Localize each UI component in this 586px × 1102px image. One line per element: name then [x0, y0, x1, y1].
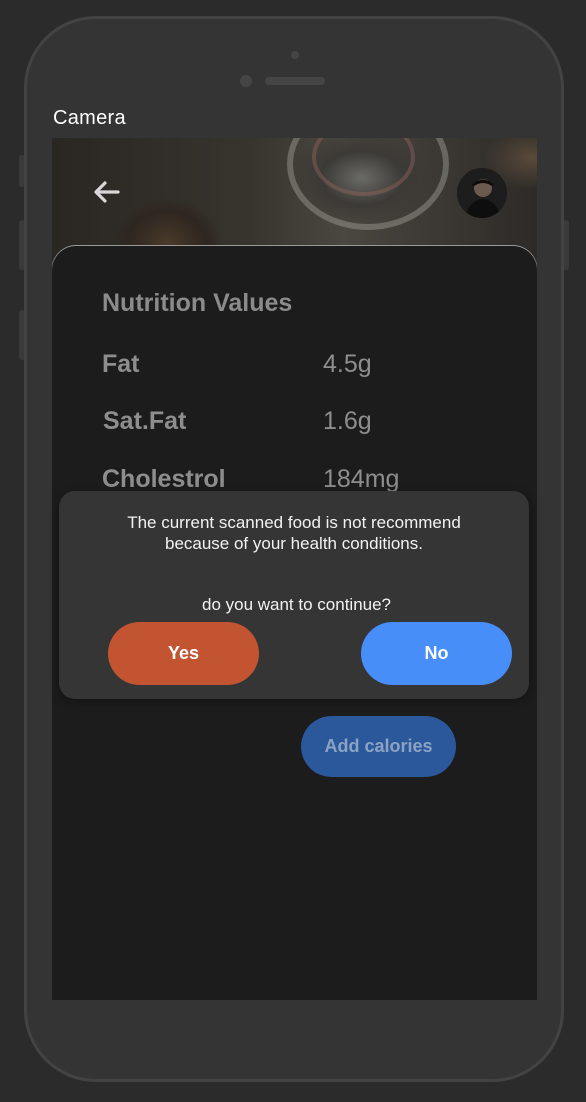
- nutrition-label-fat: Fat: [102, 350, 140, 378]
- nutrition-label-cholesterol: Cholestrol: [102, 465, 226, 493]
- proximity-sensor: [291, 51, 299, 59]
- yes-button[interactable]: Yes: [108, 622, 259, 685]
- dialog-message: The current scanned food is not recommen…: [127, 513, 461, 553]
- user-avatar[interactable]: [457, 168, 507, 218]
- nutrition-title: Nutrition Values: [102, 289, 293, 317]
- avatar-icon: [457, 168, 507, 218]
- front-camera: [240, 75, 252, 87]
- arrow-left-icon: [94, 181, 120, 203]
- back-button[interactable]: [90, 176, 122, 208]
- warning-dialog: The current scanned food is not recommen…: [59, 491, 529, 699]
- app-title: Camera: [53, 107, 126, 129]
- earpiece-speaker: [265, 77, 325, 85]
- dialog-question: do you want to continue?: [201, 595, 392, 614]
- nutrition-value-sat-fat: 1.6g: [323, 407, 372, 435]
- nutrition-value-cholesterol: 184mg: [323, 465, 400, 493]
- nutrition-label-sat-fat: Sat.Fat: [103, 407, 187, 435]
- no-button[interactable]: No: [361, 622, 512, 685]
- add-calories-button[interactable]: Add calories: [301, 716, 456, 777]
- nutrition-value-fat: 4.5g: [323, 350, 372, 378]
